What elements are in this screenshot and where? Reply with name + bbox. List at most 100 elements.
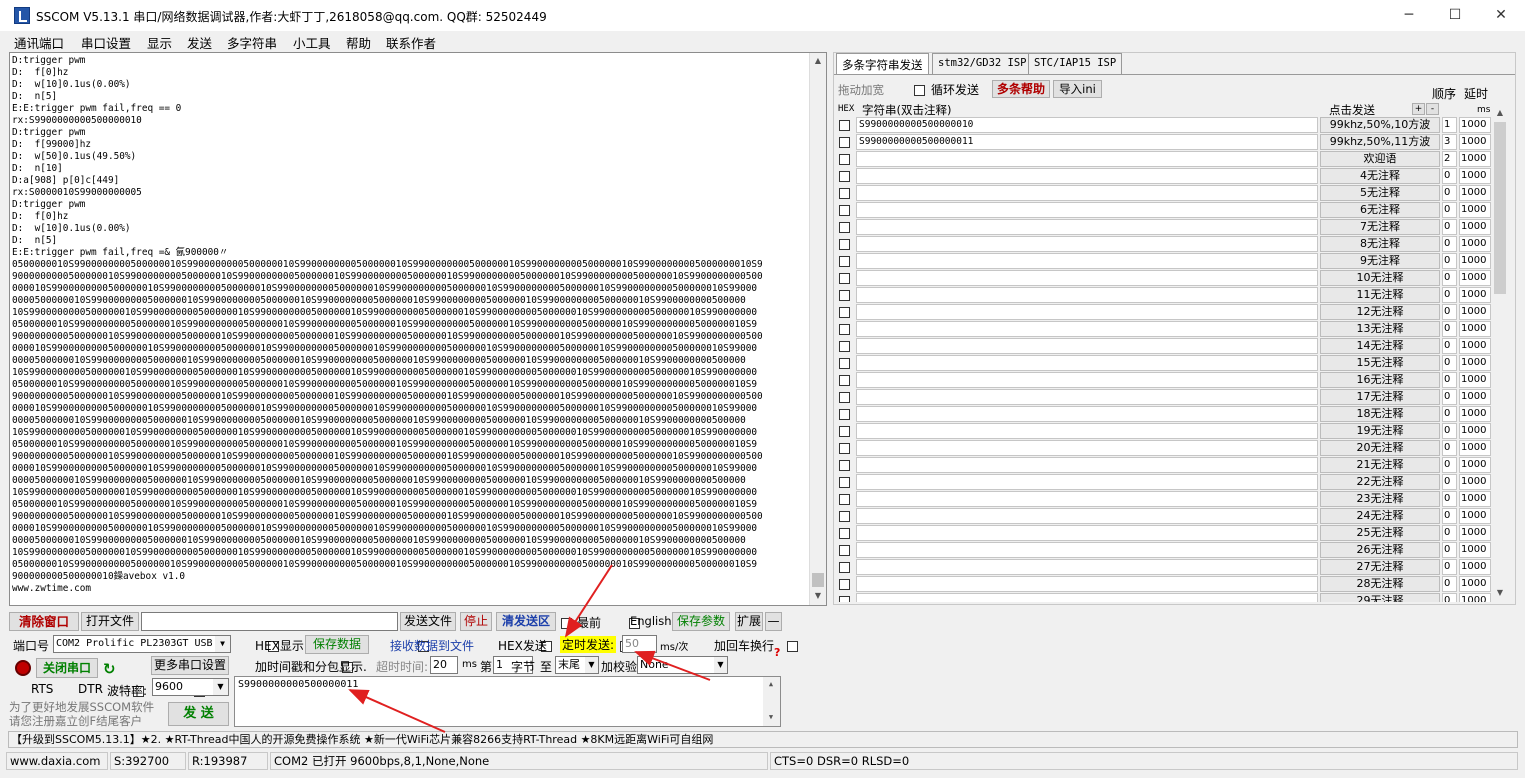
menu-tools[interactable]: 小工具 bbox=[293, 33, 331, 52]
row-send-button[interactable]: 22无注释 bbox=[1320, 474, 1440, 490]
loop-send-checkbox[interactable] bbox=[914, 85, 925, 96]
add-row-button[interactable]: + bbox=[1412, 103, 1425, 115]
baud-select[interactable]: 9600 ▼ bbox=[152, 678, 229, 696]
row-hex-checkbox[interactable] bbox=[839, 324, 850, 335]
row-send-button[interactable]: 16无注释 bbox=[1320, 372, 1440, 388]
row-delay-input[interactable]: 1000 bbox=[1459, 151, 1491, 167]
scroll-down-icon[interactable]: ▼ bbox=[763, 710, 779, 725]
row-string-input[interactable] bbox=[856, 168, 1318, 184]
row-order-input[interactable]: 0 bbox=[1442, 508, 1457, 524]
row-send-button[interactable]: 7无注释 bbox=[1320, 219, 1440, 235]
row-delay-input[interactable]: 1000 bbox=[1459, 117, 1491, 133]
help-icon[interactable]: ? bbox=[774, 646, 780, 659]
menu-help[interactable]: 帮助 bbox=[346, 33, 371, 52]
row-hex-checkbox[interactable] bbox=[839, 239, 850, 250]
row-send-button[interactable]: 9无注释 bbox=[1320, 253, 1440, 269]
row-order-input[interactable]: 1 bbox=[1442, 117, 1457, 133]
row-order-input[interactable]: 3 bbox=[1442, 134, 1457, 150]
multi-scrollbar[interactable]: ▲ ▼ bbox=[1492, 105, 1508, 602]
send-input[interactable]: S9900000000500000011 ▲ ▼ bbox=[234, 676, 781, 727]
row-hex-checkbox[interactable] bbox=[839, 579, 850, 590]
row-string-input[interactable] bbox=[856, 423, 1318, 439]
row-order-input[interactable]: 0 bbox=[1442, 525, 1457, 541]
row-send-button[interactable]: 24无注释 bbox=[1320, 508, 1440, 524]
row-hex-checkbox[interactable] bbox=[839, 341, 850, 352]
row-hex-checkbox[interactable] bbox=[839, 528, 850, 539]
open-file-button[interactable]: 打开文件 bbox=[81, 612, 139, 631]
multi-help-button[interactable]: 多条帮助 bbox=[992, 80, 1050, 98]
row-order-input[interactable]: 0 bbox=[1442, 304, 1457, 320]
row-order-input[interactable]: 2 bbox=[1442, 151, 1457, 167]
row-delay-input[interactable]: 1000 bbox=[1459, 355, 1491, 371]
send-scrollbar[interactable]: ▲ ▼ bbox=[763, 677, 780, 726]
scroll-up-icon[interactable]: ▲ bbox=[763, 677, 779, 692]
promo-text[interactable]: 为了更好地发展SSCOM软件 请您注册嘉立创F结尾客户 bbox=[9, 700, 169, 728]
scroll-thumb[interactable] bbox=[812, 573, 824, 587]
row-delay-input[interactable]: 1000 bbox=[1459, 253, 1491, 269]
minimize-button[interactable]: ─ bbox=[1386, 0, 1432, 31]
row-hex-checkbox[interactable] bbox=[839, 494, 850, 505]
row-order-input[interactable]: 0 bbox=[1442, 440, 1457, 456]
row-order-input[interactable]: 0 bbox=[1442, 338, 1457, 354]
row-hex-checkbox[interactable] bbox=[839, 477, 850, 488]
send-file-button[interactable]: 发送文件 bbox=[400, 612, 456, 631]
row-send-button[interactable]: 欢迎语 bbox=[1320, 151, 1440, 167]
row-string-input[interactable] bbox=[856, 236, 1318, 252]
drag-widen-label[interactable]: 拖动加宽 bbox=[838, 82, 884, 98]
row-send-button[interactable]: 99khz,50%,10方波 bbox=[1320, 117, 1440, 133]
row-send-button[interactable]: 17无注释 bbox=[1320, 389, 1440, 405]
row-delay-input[interactable]: 1000 bbox=[1459, 372, 1491, 388]
row-string-input[interactable] bbox=[856, 525, 1318, 541]
chevron-down-icon[interactable]: ▼ bbox=[585, 657, 598, 673]
row-send-button[interactable]: 4无注释 bbox=[1320, 168, 1440, 184]
scroll-down-icon[interactable]: ▼ bbox=[810, 588, 826, 604]
chevron-down-icon[interactable]: ▼ bbox=[213, 679, 228, 695]
row-send-button[interactable]: 5无注释 bbox=[1320, 185, 1440, 201]
row-send-button[interactable]: 8无注释 bbox=[1320, 236, 1440, 252]
row-hex-checkbox[interactable] bbox=[839, 562, 850, 573]
row-string-input[interactable] bbox=[856, 457, 1318, 473]
row-string-input[interactable] bbox=[856, 321, 1318, 337]
stop-button[interactable]: 停止 bbox=[460, 612, 492, 631]
row-send-button[interactable]: 26无注释 bbox=[1320, 542, 1440, 558]
row-order-input[interactable]: 0 bbox=[1442, 185, 1457, 201]
row-delay-input[interactable]: 1000 bbox=[1459, 185, 1491, 201]
row-order-input[interactable]: 0 bbox=[1442, 542, 1457, 558]
website-link[interactable]: www.daxia.com bbox=[6, 752, 108, 770]
maximize-button[interactable]: ☐ bbox=[1432, 0, 1478, 31]
row-order-input[interactable]: 0 bbox=[1442, 389, 1457, 405]
tab-multi-string[interactable]: 多条字符串发送 bbox=[836, 53, 929, 75]
row-string-input[interactable] bbox=[856, 372, 1318, 388]
row-string-input[interactable] bbox=[856, 355, 1318, 371]
row-hex-checkbox[interactable] bbox=[839, 137, 850, 148]
row-hex-checkbox[interactable] bbox=[839, 443, 850, 454]
save-params-button[interactable]: 保存参数 bbox=[672, 612, 730, 631]
row-delay-input[interactable]: 1000 bbox=[1459, 270, 1491, 286]
row-delay-input[interactable]: 1000 bbox=[1459, 338, 1491, 354]
row-order-input[interactable]: 0 bbox=[1442, 219, 1457, 235]
row-hex-checkbox[interactable] bbox=[839, 273, 850, 284]
row-string-input[interactable] bbox=[856, 508, 1318, 524]
row-send-button[interactable]: 12无注释 bbox=[1320, 304, 1440, 320]
row-string-input[interactable] bbox=[856, 185, 1318, 201]
row-hex-checkbox[interactable] bbox=[839, 409, 850, 420]
row-order-input[interactable]: 0 bbox=[1442, 593, 1457, 602]
menu-serial-settings[interactable]: 串口设置 bbox=[81, 33, 131, 52]
tab-stm32-isp[interactable]: stm32/GD32 ISP bbox=[932, 53, 1033, 74]
row-send-button[interactable]: 23无注释 bbox=[1320, 491, 1440, 507]
clear-window-button[interactable]: 清除窗口 bbox=[9, 612, 79, 631]
receive-scrollbar[interactable]: ▲ ▼ bbox=[809, 53, 826, 605]
scroll-up-icon[interactable]: ▲ bbox=[1492, 105, 1508, 121]
row-send-button[interactable]: 14无注释 bbox=[1320, 338, 1440, 354]
row-string-input[interactable] bbox=[856, 491, 1318, 507]
chevron-down-icon[interactable]: ▼ bbox=[714, 657, 727, 673]
row-send-button[interactable]: 21无注释 bbox=[1320, 457, 1440, 473]
row-send-button[interactable]: 25无注释 bbox=[1320, 525, 1440, 541]
scroll-up-icon[interactable]: ▲ bbox=[810, 53, 826, 69]
row-delay-input[interactable]: 1000 bbox=[1459, 406, 1491, 422]
refresh-icon[interactable]: ↻ bbox=[103, 660, 116, 678]
row-hex-checkbox[interactable] bbox=[839, 154, 850, 165]
row-delay-input[interactable]: 1000 bbox=[1459, 542, 1491, 558]
remove-row-button[interactable]: - bbox=[1426, 103, 1439, 115]
row-hex-checkbox[interactable] bbox=[839, 307, 850, 318]
